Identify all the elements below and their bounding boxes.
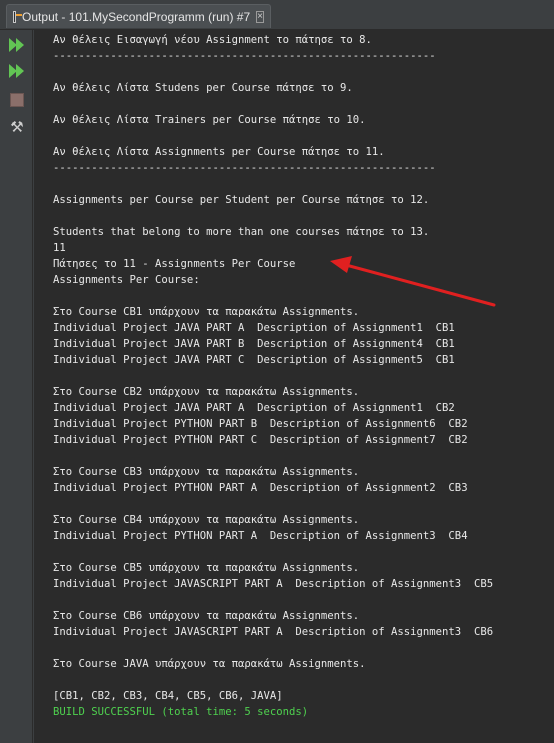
output-console[interactable]: Αν θέλεις Εισαγωγή νέου Assignment το πά… bbox=[34, 30, 554, 743]
output-tab[interactable]: Output - 101.MySecondProgramm (run) #7 × bbox=[6, 4, 271, 28]
rerun-with-input-icon bbox=[8, 64, 26, 78]
close-tab-button[interactable]: × bbox=[256, 10, 264, 23]
rerun-button[interactable] bbox=[6, 34, 28, 56]
rerun-with-input-button[interactable] bbox=[6, 60, 28, 82]
output-tab-bar: Output - 101.MySecondProgramm (run) #7 × bbox=[0, 0, 554, 30]
rerun-icon bbox=[8, 38, 26, 52]
settings-icon: ⚒ bbox=[10, 118, 24, 136]
output-toolbar: ⚒ bbox=[0, 30, 33, 743]
stop-button[interactable] bbox=[6, 89, 28, 111]
settings-button[interactable]: ⚒ bbox=[6, 116, 28, 138]
console-icon bbox=[13, 10, 23, 23]
stop-icon bbox=[10, 93, 24, 107]
annotation-arrow bbox=[330, 256, 496, 307]
tab-title: Output - 101.MySecondProgramm (run) #7 bbox=[22, 9, 251, 24]
